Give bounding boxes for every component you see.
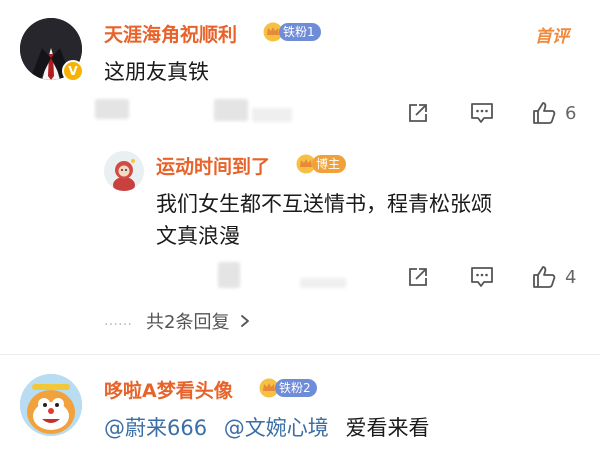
like-count: 6 (565, 102, 577, 124)
verified-icon: V (62, 60, 84, 82)
comment-text: 这朋友真铁 (104, 60, 209, 84)
comment-body: 爱看来看 (345, 416, 430, 440)
like-icon (533, 266, 556, 288)
comment-button[interactable] (469, 265, 495, 289)
comment-button[interactable] (469, 101, 495, 125)
share-button[interactable] (406, 265, 430, 289)
badge-label: 铁粉1 (279, 23, 321, 41)
mention-link[interactable]: @文婉心境 (224, 416, 329, 440)
mention-link[interactable]: @蔚来666 (104, 416, 207, 440)
reply-text-line: 文真浪漫 (156, 224, 240, 248)
cartoon-avatar-image (20, 374, 82, 436)
divider (0, 354, 600, 355)
comment-icon (471, 103, 493, 123)
view-replies-link[interactable]: …… 共2条回复 (104, 308, 253, 334)
share-icon (409, 104, 427, 122)
avatar[interactable] (104, 151, 144, 191)
ellipsis: …… (104, 313, 132, 329)
comment-icon (471, 267, 493, 287)
chevron-right-icon (241, 315, 250, 327)
fan-badge: 铁粉1 (262, 22, 321, 42)
like-button[interactable]: 4 (531, 264, 576, 290)
replies-count-label: 共2条回复 (146, 312, 230, 333)
like-button[interactable]: 6 (531, 100, 576, 126)
reply-text-line: 我们女生都不互送情书，程青松张颂 (156, 192, 492, 216)
badge-label: 铁粉2 (275, 379, 317, 397)
blurred-meta (95, 99, 129, 119)
avatar[interactable] (20, 374, 82, 436)
blurred-meta (300, 278, 346, 288)
owner-badge: 博主 (295, 154, 347, 174)
fan-badge: 铁粉2 (258, 378, 317, 398)
comment-username[interactable]: 哆啦A梦看头像 (104, 376, 233, 403)
character-avatar-image (104, 151, 144, 191)
comment-text: @蔚来666 @文婉心境 爱看来看 (104, 412, 429, 442)
badge-label: 博主 (312, 155, 347, 173)
first-comment-tag: 首评 (535, 27, 569, 47)
reply-username[interactable]: 运动时间到了 (156, 152, 270, 179)
like-icon (533, 102, 556, 124)
comment-username[interactable]: 天涯海角祝顺利 (104, 20, 237, 47)
like-count: 4 (565, 266, 577, 288)
share-icon (409, 268, 427, 286)
blurred-meta (252, 108, 292, 122)
blurred-meta (218, 262, 240, 288)
share-button[interactable] (406, 101, 430, 125)
blurred-meta (214, 99, 248, 121)
